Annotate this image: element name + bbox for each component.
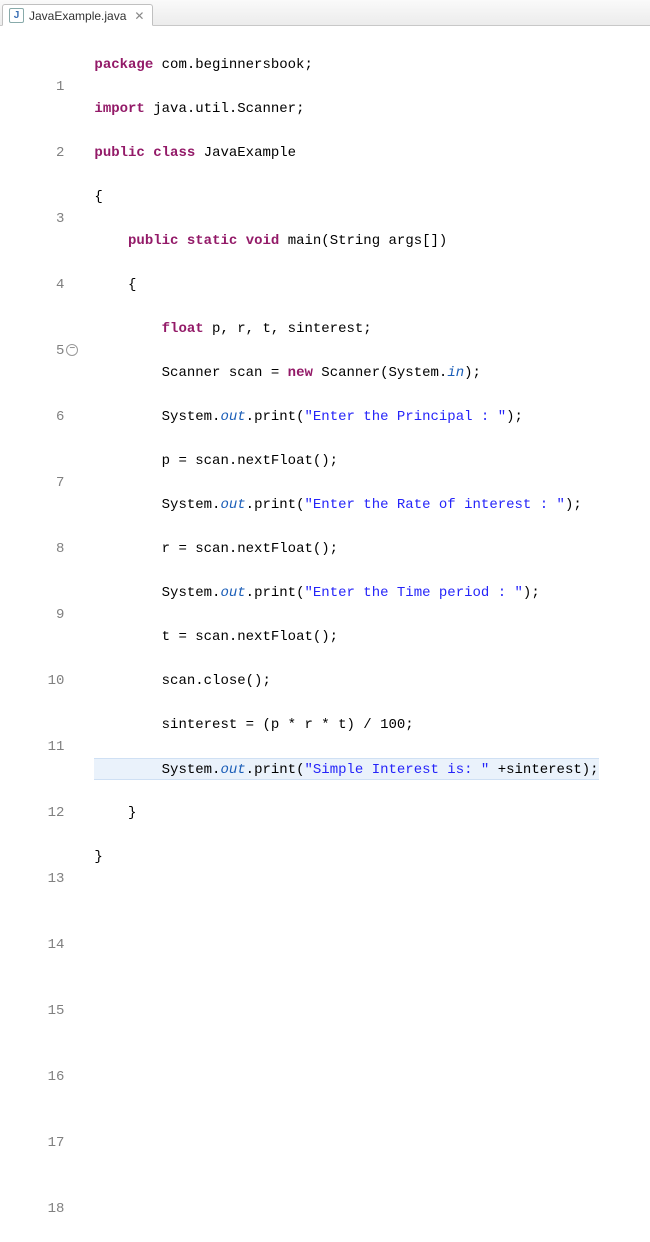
code-line[interactable]: float p, r, t, sinterest; bbox=[94, 318, 598, 340]
line-number: 13 bbox=[14, 868, 64, 890]
line-number: 3 bbox=[14, 208, 64, 230]
editor-tab-label: JavaExample.java bbox=[29, 9, 126, 23]
code-line[interactable]: { bbox=[94, 186, 598, 208]
code-line[interactable]: public class JavaExample bbox=[94, 142, 598, 164]
line-number: 11 bbox=[14, 736, 64, 758]
line-number: 4 bbox=[14, 274, 64, 296]
fold-strip bbox=[72, 32, 88, 1242]
line-number: 12 bbox=[14, 802, 64, 824]
line-number: 14 bbox=[14, 934, 64, 956]
code-line[interactable]: System.out.print("Enter the Time period … bbox=[94, 582, 598, 604]
code-line[interactable]: System.out.print("Simple Interest is: " … bbox=[94, 758, 598, 780]
code-line[interactable]: import java.util.Scanner; bbox=[94, 98, 598, 120]
code-line[interactable]: t = scan.nextFloat(); bbox=[94, 626, 598, 648]
code-line[interactable]: sinterest = (p * r * t) / 100; bbox=[94, 714, 598, 736]
line-number: 2 bbox=[14, 142, 64, 164]
code-line[interactable]: public static void main(String args[]) bbox=[94, 230, 598, 252]
code-line[interactable]: p = scan.nextFloat(); bbox=[94, 450, 598, 472]
line-number: 5− bbox=[14, 340, 64, 362]
code-line[interactable]: System.out.print("Enter the Rate of inte… bbox=[94, 494, 598, 516]
java-file-icon: J bbox=[9, 8, 24, 23]
code-line[interactable]: Scanner scan = new Scanner(System.in); bbox=[94, 362, 598, 384]
line-number-gutter: 1 2 3 4 5− 6 7 8 9 10 11 12 13 14 15 16 … bbox=[0, 32, 72, 1242]
code-line[interactable]: scan.close(); bbox=[94, 670, 598, 692]
code-line[interactable]: r = scan.nextFloat(); bbox=[94, 538, 598, 560]
line-number: 8 bbox=[14, 538, 64, 560]
code-line[interactable]: { bbox=[94, 274, 598, 296]
code-content[interactable]: package com.beginnersbook; import java.u… bbox=[88, 32, 598, 1242]
line-number: 6 bbox=[14, 406, 64, 428]
code-line[interactable]: } bbox=[94, 802, 598, 824]
line-number: 17 bbox=[14, 1132, 64, 1154]
line-number: 9 bbox=[14, 604, 64, 626]
code-line[interactable]: } bbox=[94, 846, 598, 868]
code-line[interactable]: System.out.print("Enter the Principal : … bbox=[94, 406, 598, 428]
code-line[interactable]: package com.beginnersbook; bbox=[94, 54, 598, 76]
line-number: 16 bbox=[14, 1066, 64, 1088]
editor-tab-bar: J JavaExample.java ✕ bbox=[0, 0, 650, 26]
line-number: 7 bbox=[14, 472, 64, 494]
editor-area: J JavaExample.java ✕ 1 2 3 4 5− 6 7 8 9 … bbox=[0, 0, 650, 1242]
line-number: 1 bbox=[14, 76, 64, 98]
editor-tab-javaexample[interactable]: J JavaExample.java ✕ bbox=[2, 4, 153, 26]
code-editor[interactable]: 1 2 3 4 5− 6 7 8 9 10 11 12 13 14 15 16 … bbox=[0, 26, 650, 1242]
close-icon[interactable]: ✕ bbox=[134, 9, 144, 23]
line-number: 18 bbox=[14, 1198, 64, 1220]
line-number: 15 bbox=[14, 1000, 64, 1022]
line-number: 10 bbox=[14, 670, 64, 692]
